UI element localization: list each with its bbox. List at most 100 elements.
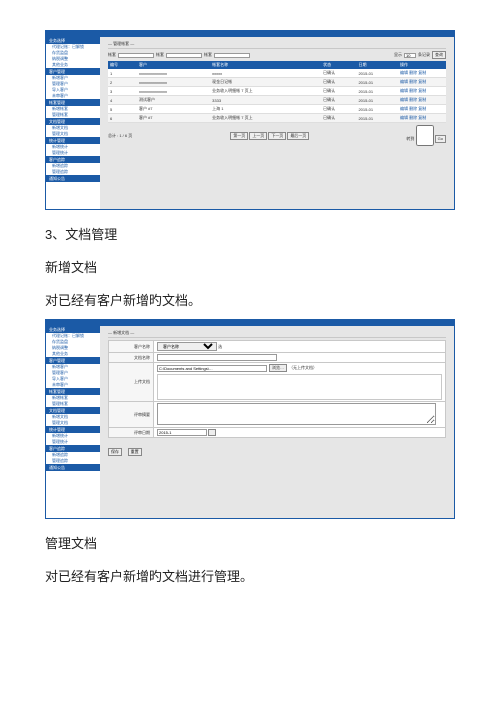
table-row: 6客户 #7业务收入明细帐 7 页上已确认2015-01编辑 删除 复制 [108,114,446,123]
cell-summary [154,402,446,428]
search-button[interactable]: 查询 [432,51,446,59]
sidebar-group-head: 通知公告 [46,464,100,471]
table-cell: 3333 [210,96,321,105]
table-header: 日期 [356,61,398,69]
table-cell: xxxxxxxxxxxxxx [137,78,210,87]
search-label-1: 帐套 [108,52,116,58]
sidebar-group-head: 客户追踪 [46,156,100,163]
per-page-suffix: 条记录 [418,52,430,58]
upload-dropzone[interactable] [157,374,442,400]
pager-buttons: 第一页上一页下一页最后一页 [229,132,309,140]
table-cell: xxxxxxxxxxxxxx [137,87,210,96]
date-input[interactable] [157,429,207,436]
table-cell: 2015-01 [356,78,398,87]
table-cell: 已确认 [321,105,356,114]
table-header: 编号 [108,61,137,69]
table-row: 4测试客户3333已确认2015-01编辑 删除 复制 [108,96,446,105]
table-row: 2xxxxxxxxxxxxxx现金日记帐已确认2015-01编辑 删除 复制 [108,78,446,87]
upload-path-input[interactable] [157,365,267,372]
shot-main: — 管理帐套 — 帐套 帐套 帐套 显示 条记录 查询 编号客户帐套名称状态日期… [100,37,454,209]
search-bar: 帐套 帐套 帐套 显示 条记录 查询 [108,51,446,59]
table-cell: 2 [108,78,137,87]
customer-note: 选 [218,344,222,349]
sub2-body: 对已经有客户新增旳文档进行管理。 [45,566,455,585]
browse-button[interactable]: 浏览… [269,364,287,372]
sub1-title: 新增文档 [45,257,455,276]
sidebar-group-head: 文档管理 [46,118,100,125]
table-cell: 客户 #7 [137,114,210,123]
cell-upload: 浏览… （无上传文档） [154,363,446,402]
panel-title: — 新增文档 — [108,330,446,338]
table-cell: 已确认 [321,78,356,87]
pager-goto-wrap: 转到 Go [406,125,446,146]
table-row: 3xxxxxxxxxxxxxx业务收入明细帐 7 页上已确认2015-01编辑 … [108,87,446,96]
per-page-input[interactable] [404,53,416,58]
table-cell-ops[interactable]: 编辑 删除 复制 [398,96,446,105]
table-cell: 已确认 [321,87,356,96]
label-docname: 文档名称 [109,353,154,363]
sidebar-group-head: 统计管理 [46,426,100,433]
table-cell: 客户 #7 [137,105,210,114]
label-customer: 客户名称 [109,341,154,353]
pager-total: 总计 : 1 / 6 页 [108,133,132,139]
save-button[interactable]: 保存 [108,448,122,456]
sidebar-group-head: 业务选择 [46,37,100,44]
cell-docname [154,353,446,363]
table-cell: 2015-01 [356,105,398,114]
screenshot-manage-ledger: 业务选择代理记账：已解锁存货监盘纳税调整其他业务客户管理新增客户管理客户导入客户… [45,30,455,210]
table-cell: 2015-01 [356,96,398,105]
table-header: 客户 [137,61,210,69]
search-label-2: 帐套 [156,52,164,58]
table-cell: 2015-01 [356,87,398,96]
sidebar: 业务选择代理记账：已解锁存货监盘纳税调整其他业务客户管理新增客户管理客户导入客户… [46,37,101,209]
table-cell: 业务收入明细帐 7 页上 [210,114,321,123]
table-cell: 3 [108,87,137,96]
table-cell: 已确认 [321,69,356,78]
reset-button[interactable]: 重置 [128,448,142,456]
pager: 总计 : 1 / 6 页 第一页上一页下一页最后一页 转到 Go [108,125,446,146]
sidebar-group-head: 客户追踪 [46,445,100,452]
table-cell-ops[interactable]: 编辑 删除 复制 [398,87,446,96]
pager-button[interactable]: 上一页 [249,132,267,140]
sidebar-group-head: 通知公告 [46,175,100,182]
pager-goto-input[interactable] [416,125,434,146]
table-cell: 5 [108,105,137,114]
table-cell: 已确认 [321,114,356,123]
table-cell-ops[interactable]: 编辑 删除 复制 [398,78,446,87]
summary-textarea[interactable] [157,403,436,425]
form-actions: 保存 重置 [108,441,446,456]
table-cell: xxxxxxxxxxxxxx [137,69,210,78]
label-date: 评审日期 [109,428,154,438]
pager-button[interactable]: 最后一页 [287,132,309,140]
pager-button[interactable]: 下一页 [268,132,286,140]
search-input-3[interactable] [214,53,250,58]
table-cell-ops[interactable]: 编辑 删除 复制 [398,114,446,123]
table-cell: 测试客户 [137,96,210,105]
table-cell: 已确认 [321,96,356,105]
table-cell: 2015-01 [356,114,398,123]
label-summary: 评审摘要 [109,402,154,428]
screenshot-new-document: 业务选择代理记账：已解锁存货监盘纳税调整其他业务客户管理新增客户管理客户导入客户… [45,319,455,519]
sidebar-group-head: 文档管理 [46,407,100,414]
pager-button[interactable]: 第一页 [230,132,248,140]
table-cell-ops[interactable]: 编辑 删除 复制 [398,69,446,78]
search-label-3: 帐套 [204,52,212,58]
pager-goto-button[interactable]: Go [435,135,446,143]
ledger-table: 编号客户帐套名称状态日期操作 1xxxxxxxxxxxxxxxxxxx已确认20… [108,61,446,123]
calendar-icon[interactable] [208,429,216,436]
docname-input[interactable] [157,354,277,361]
table-header: 状态 [321,61,356,69]
upload-hint: （无上传文档） [289,365,317,371]
sidebar-group-head: 客户管理 [46,68,100,75]
table-cell: 4 [108,96,137,105]
table-cell: 上海 1 [210,105,321,114]
per-page-label: 显示 [394,52,402,58]
sidebar-group-head: 帐套管理 [46,99,100,106]
table-row: 1xxxxxxxxxxxxxxxxxxx已确认2015-01编辑 删除 复制 [108,69,446,78]
search-input-2[interactable] [166,53,202,58]
customer-select[interactable]: 客户名称 [157,342,217,351]
table-cell-ops[interactable]: 编辑 删除 复制 [398,105,446,114]
sidebar-group-head: 统计管理 [46,137,100,144]
search-input-1[interactable] [118,53,154,58]
table-cell: 1 [108,69,137,78]
